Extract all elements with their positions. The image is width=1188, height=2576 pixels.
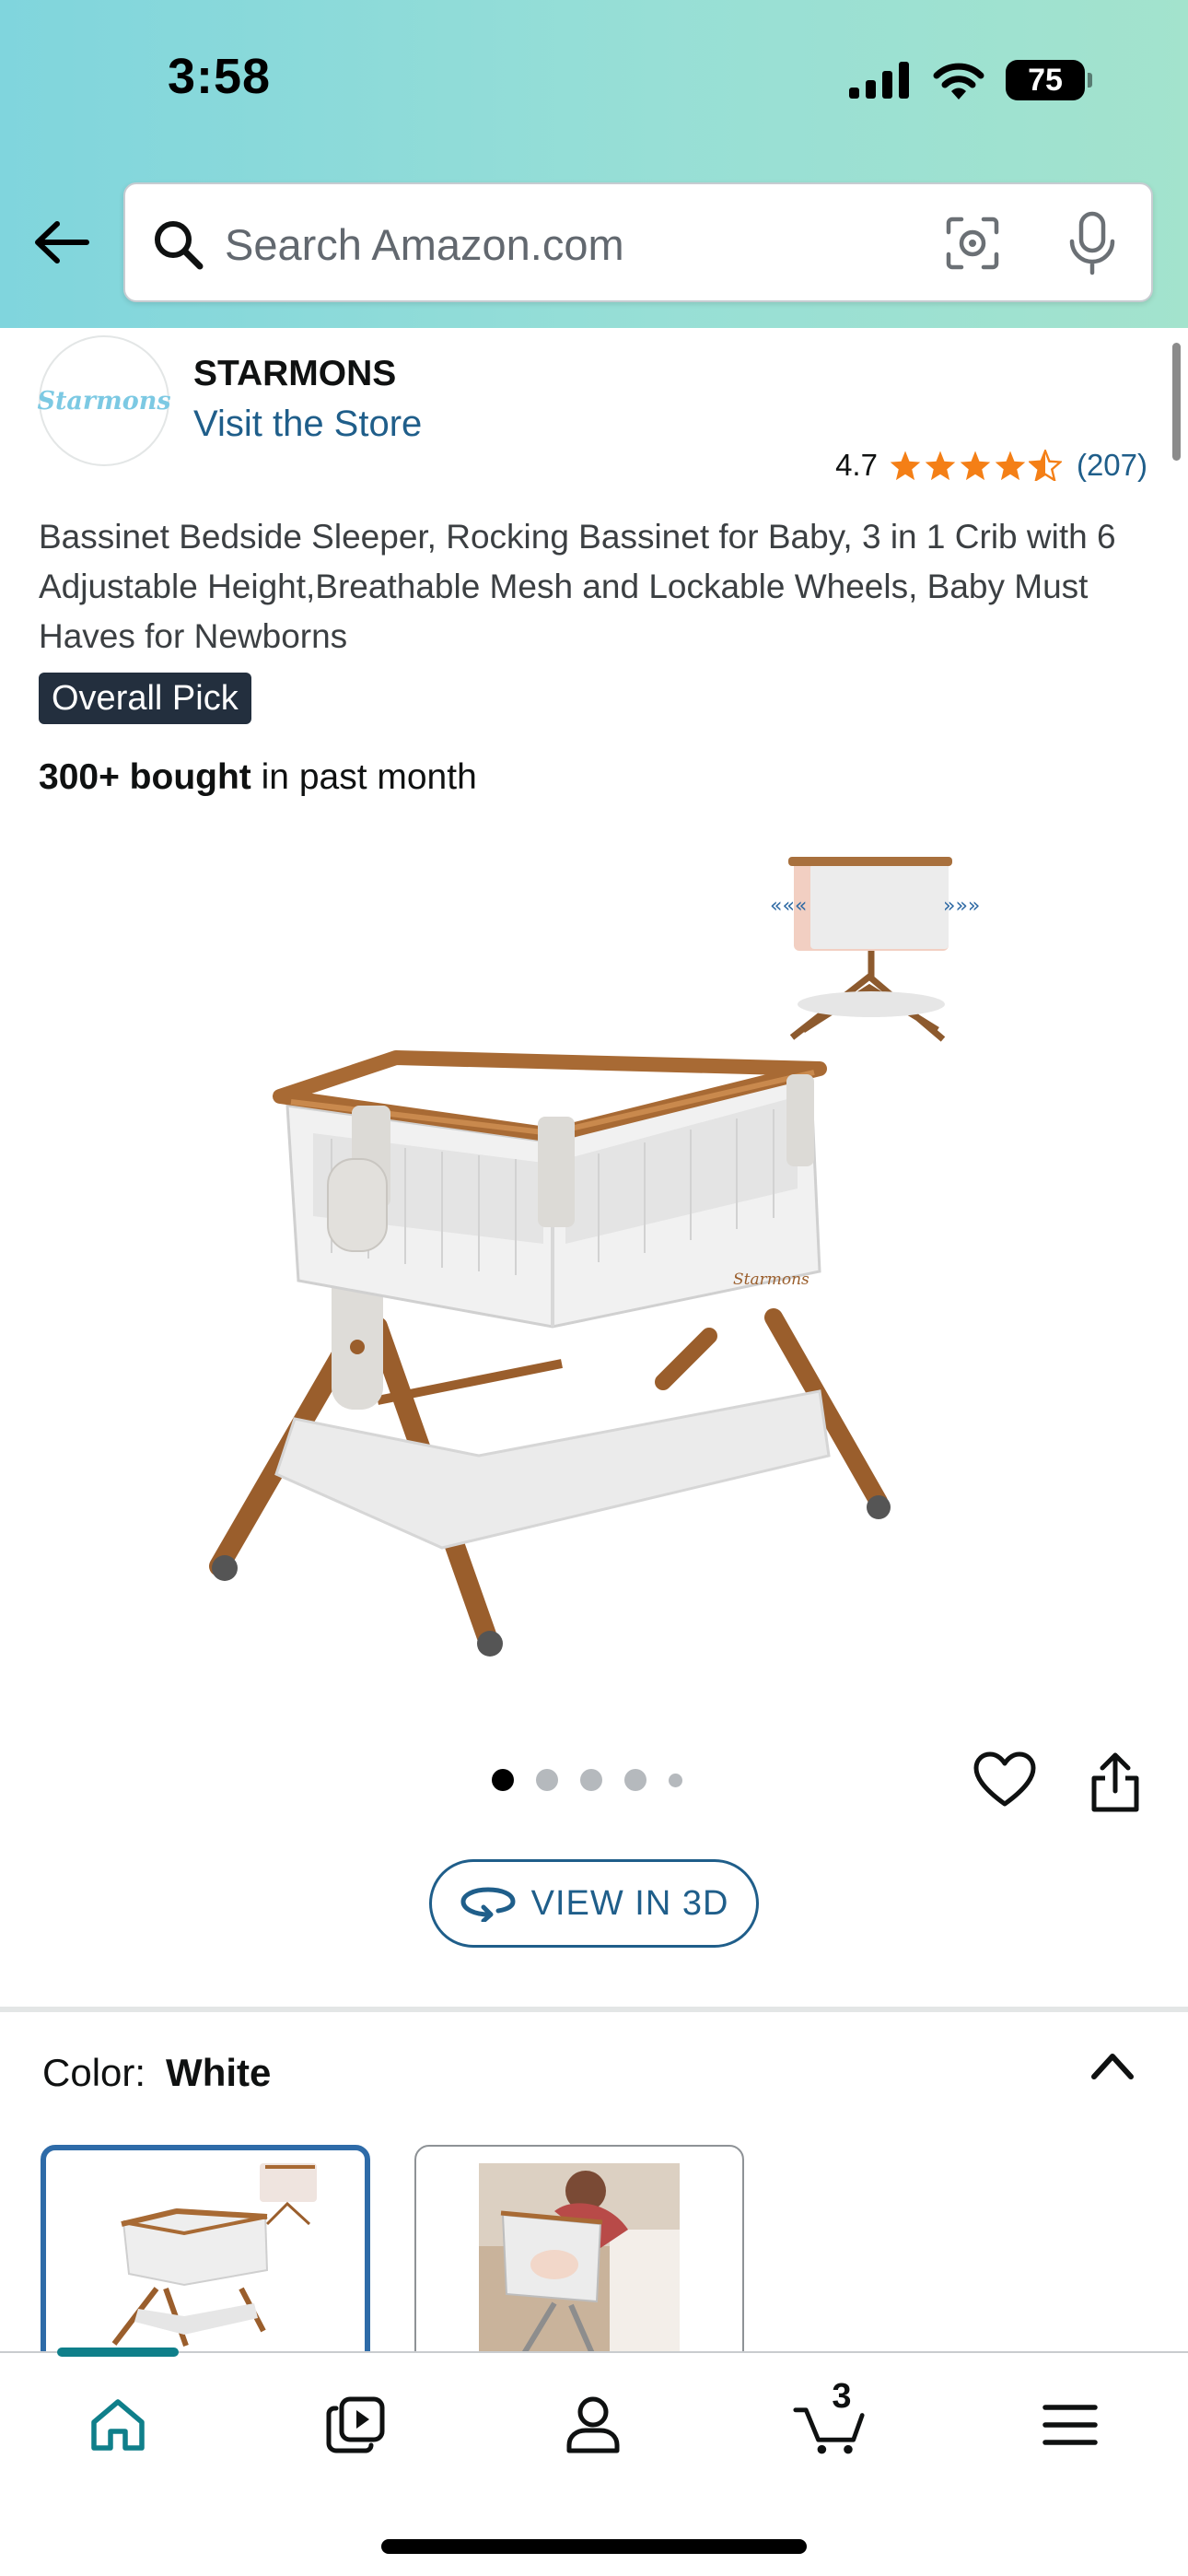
video-icon: [326, 2396, 385, 2453]
bought-period: in past month: [250, 757, 477, 797]
share-icon[interactable]: [1087, 1751, 1144, 1813]
pagination-dot[interactable]: [580, 1769, 602, 1791]
pagination-dot-active[interactable]: [492, 1769, 514, 1791]
color-swatch-lifestyle[interactable]: [414, 2145, 744, 2384]
status-time: 3:58: [168, 49, 272, 104]
product-title: Bassinet Bedside Sleeper, Rocking Bassin…: [39, 518, 1116, 655]
half-star-icon: [1028, 450, 1062, 481]
nav-active-indicator: [57, 2348, 179, 2357]
bought-count: 300+ bought: [39, 757, 251, 797]
microphone-icon[interactable]: [1063, 210, 1122, 276]
svg-text:»»»: »»»: [943, 895, 980, 918]
camera-lens-icon[interactable]: [943, 214, 1002, 273]
account-icon: [566, 2396, 620, 2453]
brand-name: STARMONS: [193, 354, 397, 393]
cart-count-badge: 3: [832, 2377, 852, 2416]
star-icon: [925, 451, 956, 481]
view-in-3d-label: VIEW IN 3D: [530, 1883, 729, 1923]
selected-color: White: [166, 2051, 272, 2094]
swatch-lifestyle-image: [479, 2163, 680, 2366]
swatch-white-image: [111, 2163, 317, 2348]
color-variation-label: Color: White: [42, 2051, 271, 2095]
nav-account[interactable]: [556, 2388, 630, 2462]
rating-count[interactable]: (207): [1077, 448, 1147, 483]
nav-menu[interactable]: [1033, 2388, 1107, 2462]
rating-value: 4.7: [835, 448, 878, 482]
star-icon: [960, 451, 991, 481]
back-button[interactable]: [31, 212, 92, 273]
pagination-dot[interactable]: [536, 1769, 558, 1791]
chevron-up-icon[interactable]: [1087, 2047, 1138, 2084]
pagination-dot[interactable]: [669, 1773, 682, 1787]
search-bar[interactable]: [123, 182, 1153, 302]
star-icon: [890, 451, 921, 481]
home-indicator[interactable]: [381, 2539, 807, 2554]
cellular-signal-icon: [849, 62, 909, 99]
brand-logo-text: Starmons: [37, 386, 171, 416]
rotate-3d-icon: [460, 1887, 516, 1922]
heart-icon[interactable]: [973, 1751, 1037, 1809]
app-header: 3:58 75: [0, 0, 1188, 328]
home-icon: [91, 2399, 145, 2451]
product-image[interactable]: ««« »»» Starmons: [0, 829, 1188, 1704]
bought-in-past-month: 300+ bought in past month: [39, 757, 477, 798]
section-divider: [0, 2007, 1188, 2012]
search-input[interactable]: [225, 212, 925, 276]
wifi-icon: [933, 63, 984, 100]
overall-pick-badge[interactable]: Overall Pick: [39, 673, 251, 724]
hamburger-menu-icon: [1042, 2405, 1098, 2445]
nav-video[interactable]: [319, 2388, 392, 2462]
status-icons: 75: [849, 55, 1092, 105]
back-arrow-icon: [35, 221, 89, 263]
battery-level: 75: [1028, 62, 1063, 98]
star-icon: [995, 451, 1026, 481]
bassinet-logo-text: Starmons: [733, 1270, 809, 1289]
battery-icon: 75: [1006, 60, 1092, 100]
inset-rocking-image: ««« »»»: [770, 857, 980, 1042]
star-rating: [889, 450, 1062, 481]
svg-text:«««: «««: [770, 895, 807, 918]
bassinet-illustration: Starmons: [209, 1050, 891, 1657]
pagination-dot[interactable]: [624, 1769, 646, 1791]
brand-logo[interactable]: Starmons: [37, 335, 171, 466]
view-in-3d-button[interactable]: VIEW IN 3D: [429, 1859, 759, 1948]
image-pagination-dots[interactable]: [492, 1769, 682, 1791]
rating-summary[interactable]: 4.7 (207): [835, 448, 1147, 483]
scrollbar-thumb[interactable]: [1172, 343, 1181, 461]
color-label-text: Color:: [42, 2051, 146, 2094]
visit-store-link[interactable]: Visit the Store: [193, 404, 422, 445]
search-icon: [155, 221, 204, 270]
nav-home[interactable]: [81, 2388, 155, 2462]
